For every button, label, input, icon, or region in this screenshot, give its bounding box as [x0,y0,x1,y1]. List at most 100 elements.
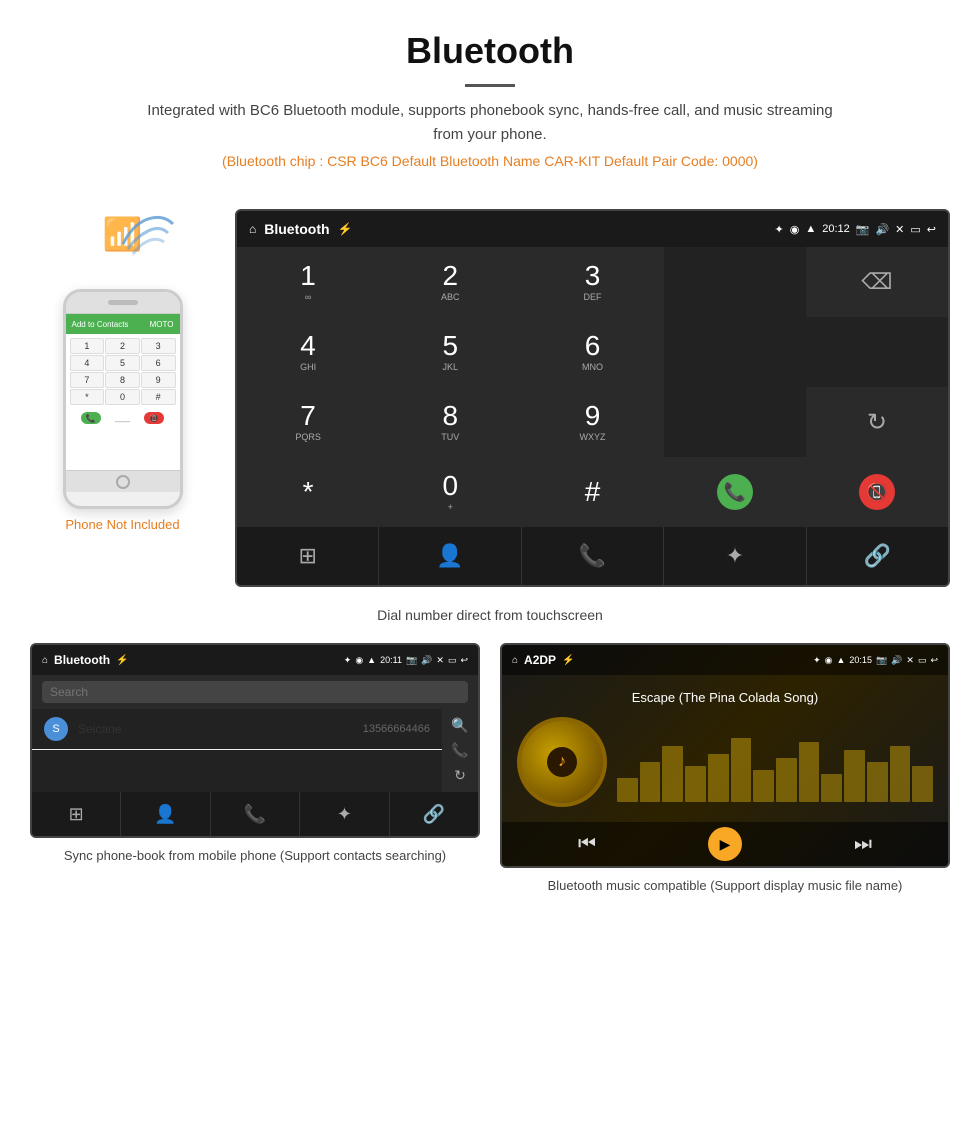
dial-key-empty-4 [664,387,806,457]
camera-icon: 📷 [856,223,870,236]
status-bar-right: ✦ ◉ ▲ 20:12 📷 🔊 ✕ ▭ ↩ [775,223,937,236]
call-green-icon: 📞 [717,474,753,510]
pb-contact-row: S Seicane 13566664466 [32,709,442,750]
dialer-key-4: 4 [70,355,105,371]
nav-contacts-icon[interactable]: 👤 [379,527,521,585]
dialer-key-0: 0 [105,389,140,405]
dial-key-4[interactable]: 4 GHI [237,317,379,387]
pb-bottom-nav: ⊞ 👤 📞 ✦ 🔗 [32,792,478,836]
music-prev-btn[interactable]: ⏮ [578,833,596,856]
caption-music: Bluetooth music compatible (Support disp… [500,876,950,896]
music-next-btn[interactable]: ⏭ [854,833,872,856]
pb-nav-bluetooth[interactable]: ✦ [300,792,389,836]
phone-top-bar [66,292,180,314]
pb-vol-icon: 🔊 [421,655,432,666]
dialer-key-2: 2 [105,338,140,354]
phone-screen-header: Add to Contacts MOTO [66,314,180,334]
home-icon: ⌂ [249,222,256,236]
dial-key-empty-1 [664,247,806,317]
dial-key-6[interactable]: 6 MNO [521,317,663,387]
music-sq-icon: ▭ [918,655,927,666]
pb-sq-icon: ▭ [448,655,457,666]
phonebook-screen: ⌂ Bluetooth ⚡ ✦ ◉ ▲ 20:11 📷 🔊 ✕ ▭ ↩ [30,643,480,838]
dial-key-star[interactable]: * [237,457,379,527]
dialer-key-5: 5 [105,355,140,371]
dial-key-call-red[interactable]: 📵 [806,457,948,527]
music-loc-icon: ◉ [825,655,833,666]
dial-key-0[interactable]: 0 + [379,457,521,527]
music-content: Escape (The Pina Colada Song) ♪ [502,675,948,822]
pb-nav-link[interactable]: 🔗 [390,792,478,836]
dial-key-8[interactable]: 8 TUV [379,387,521,457]
pb-search-bar [32,675,478,709]
dial-key-2[interactable]: 2 ABC [379,247,521,317]
music-status-left: ⌂ A2DP ⚡ [512,653,575,667]
square-icon: ▭ [910,223,920,236]
phonebook-card: ⌂ Bluetooth ⚡ ✦ ◉ ▲ 20:11 📷 🔊 ✕ ▭ ↩ [30,643,480,896]
pb-search-input[interactable] [42,681,468,703]
phone-bottom-row: 📞 ___ 📵 [66,409,180,427]
refresh-icon: ↻ [867,408,887,437]
dialer-key-8: 8 [105,372,140,388]
phone-brand: MOTO [150,320,174,329]
wifi-signal-icon [118,209,178,259]
phone-number-display: ___ [115,412,130,424]
phone-not-included-label: Phone Not Included [65,517,179,532]
dial-key-5[interactable]: 5 JKL [379,317,521,387]
music-time: 20:15 [849,655,872,665]
pb-nav-phone[interactable]: 📞 [211,792,300,836]
pb-contact-avatar: S [44,717,68,741]
pb-main-area: S Seicane 13566664466 🔍 📞 ↻ [32,709,478,792]
music-card: ⌂ A2DP ⚡ ✦ ◉ ▲ 20:15 📷 🔊 ✕ ▭ ↩ E [500,643,950,896]
main-section: 📶 Add to Contacts MOTO 1 2 3 4 [0,199,980,597]
phone-not-included-text: Phone Not Included [65,517,179,532]
pb-status-bar: ⌂ Bluetooth ⚡ ✦ ◉ ▲ 20:11 📷 🔊 ✕ ▭ ↩ [32,645,478,675]
pb-contact-phone: 13566664466 [363,723,430,735]
backspace-icon: ⌫ [861,269,892,295]
dialer-key-star: * [70,389,105,405]
music-bt-icon: ✦ [813,655,821,666]
nav-link-icon[interactable]: 🔗 [807,527,948,585]
dial-key-hash[interactable]: # [521,457,663,527]
nav-bluetooth-icon[interactable]: ✦ [664,527,806,585]
nav-dialpad-icon[interactable]: ⊞ [237,527,379,585]
pb-refresh-icon[interactable]: ↻ [448,767,472,784]
dial-key-backspace[interactable]: ⌫ [806,247,948,317]
phone-speaker [108,300,138,305]
music-close-icon: ✕ [906,655,914,666]
pb-search-icon[interactable]: 🔍 [448,717,472,734]
phone-screen: Add to Contacts MOTO 1 2 3 4 5 6 7 8 9 *… [66,314,180,470]
music-song-title: Escape (The Pina Colada Song) [632,690,818,705]
dialer-key-9: 9 [141,372,176,388]
pb-right-icons: 🔍 📞 ↻ [442,709,478,792]
android-status-bar: ⌂ Bluetooth ⚡ ✦ ◉ ▲ 20:12 📷 🔊 ✕ ▭ ↩ [237,211,948,247]
music-play-btn[interactable]: ▶ [708,827,742,861]
music-status-title: A2DP [524,653,556,667]
nav-phone-icon[interactable]: 📞 [522,527,664,585]
dial-key-refresh[interactable]: ↻ [806,387,948,457]
dialer-key-1: 1 [70,338,105,354]
usb-icon: ⚡ [338,222,353,236]
page-header: Bluetooth Integrated with BC6 Bluetooth … [0,0,980,199]
phone-call-red-btn: 📵 [144,412,164,424]
dial-key-9[interactable]: 9 WXYZ [521,387,663,457]
phone-illustration: 📶 Add to Contacts MOTO 1 2 3 4 [30,209,215,532]
phone-home-circle [116,475,130,489]
dial-key-7[interactable]: 7 PQRS [237,387,379,457]
pb-nav-dialpad[interactable]: ⊞ [32,792,121,836]
dial-key-3[interactable]: 3 DEF [521,247,663,317]
call-red-icon: 📵 [859,474,895,510]
pb-nav-contacts[interactable]: 👤 [121,792,210,836]
caption-phonebook: Sync phone-book from mobile phone (Suppo… [30,846,480,866]
location-icon: ◉ [790,223,800,236]
dial-key-call-green[interactable]: 📞 [664,457,806,527]
dial-key-1[interactable]: 1 ∞ [237,247,379,317]
music-spectrum [617,722,933,802]
pb-call-icon[interactable]: 📞 [448,742,472,759]
pb-home-icon: ⌂ [42,655,48,666]
music-cam-icon: 📷 [876,655,887,666]
phone-call-green-btn: 📞 [81,412,101,424]
volume-icon: 🔊 [875,223,889,236]
phone-home-btn [66,470,180,492]
music-album-art: ♪ [517,717,607,807]
